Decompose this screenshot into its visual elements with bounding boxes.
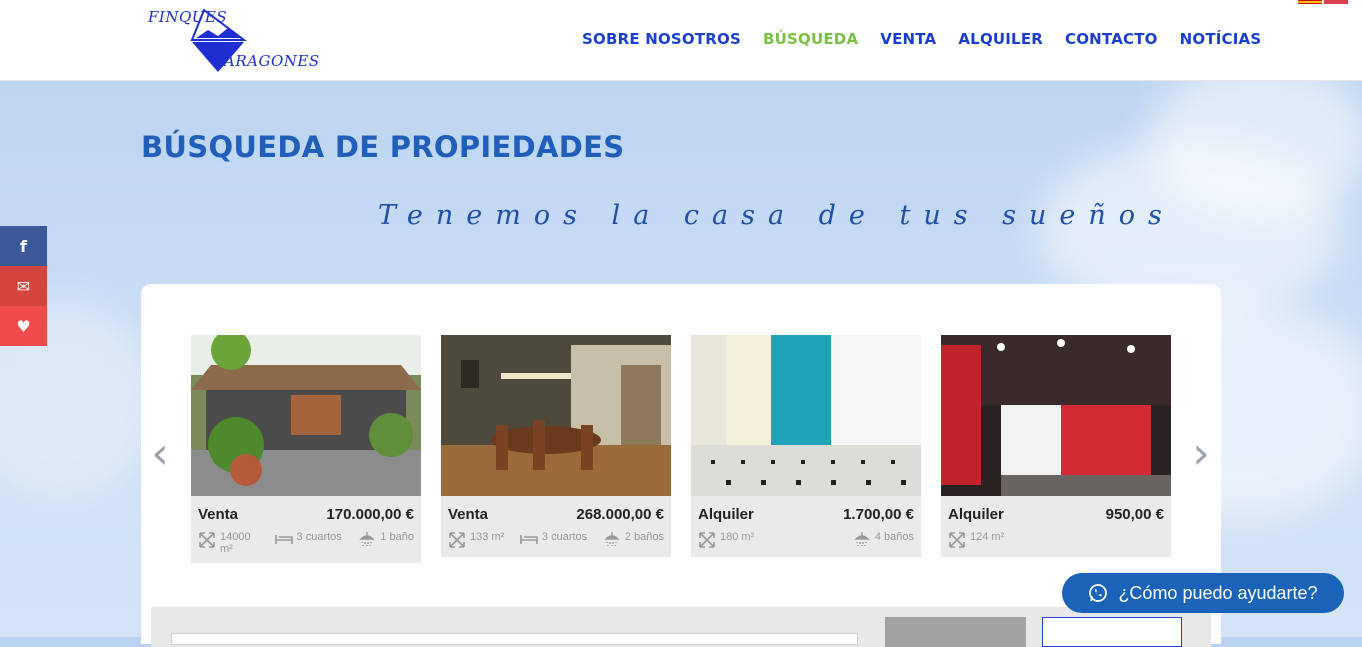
page-title: BÚSQUEDA DE PROPIEDADES bbox=[141, 130, 625, 164]
area-icon bbox=[449, 532, 465, 548]
property-baths: 2 baños bbox=[603, 531, 664, 547]
property-card[interactable]: Venta 170.000,00 € 14000 m² 3 cuartos 1 b… bbox=[191, 335, 421, 563]
property-baths-label: 2 baños bbox=[624, 531, 664, 543]
property-image bbox=[441, 335, 671, 496]
shower-icon bbox=[359, 532, 376, 546]
catalan-flag-icon[interactable] bbox=[1324, 0, 1348, 4]
area-icon bbox=[699, 532, 715, 548]
property-rooms: 3 cuartos bbox=[520, 531, 587, 545]
property-area: 124 m² bbox=[948, 531, 1004, 549]
property-photo[interactable] bbox=[441, 335, 671, 496]
main-nav: SOBRE NOSOTROS BÚSQUEDA VENTA ALQUILER C… bbox=[582, 30, 1261, 48]
property-rooms-label: 3 cuartos bbox=[296, 531, 342, 543]
property-card[interactable]: Venta 268.000,00 € 133 m² 3 cuartos 2 bañ… bbox=[441, 335, 671, 557]
page-tagline: Tenemos la casa de tus sueños bbox=[378, 200, 1175, 231]
property-area-label: 133 m² bbox=[470, 531, 505, 543]
nav-contacto[interactable]: CONTACTO bbox=[1065, 30, 1158, 48]
property-price: 950,00 € bbox=[1105, 506, 1164, 523]
property-area-label: 124 m² bbox=[970, 531, 1005, 543]
nav-noticias[interactable]: NOTÍCIAS bbox=[1180, 30, 1262, 48]
email-share-button[interactable]: ✉ bbox=[0, 266, 47, 306]
property-area-label: 14000 m² bbox=[220, 531, 251, 555]
property-rooms-label: 3 cuartos bbox=[541, 531, 588, 543]
nav-busqueda[interactable]: BÚSQUEDA bbox=[763, 30, 858, 48]
bed-icon bbox=[520, 535, 538, 544]
bed-icon bbox=[274, 535, 293, 544]
property-baths: 1 baño bbox=[358, 531, 414, 547]
property-baths-label: 1 baño bbox=[380, 531, 414, 543]
property-area-label: 180 m² bbox=[720, 531, 755, 543]
nav-alquiler[interactable]: ALQUILER bbox=[958, 30, 1043, 48]
property-rooms: 3 cuartos bbox=[274, 531, 342, 545]
favorite-share-button[interactable]: ♥ bbox=[0, 306, 47, 346]
area-icon bbox=[199, 532, 215, 548]
property-image bbox=[691, 335, 921, 496]
property-type: Venta bbox=[198, 506, 239, 523]
email-icon: ✉ bbox=[16, 276, 31, 296]
nav-sobre-nosotros[interactable]: SOBRE NOSOTROS bbox=[582, 30, 741, 48]
spanish-flag-icon[interactable] bbox=[1298, 0, 1322, 4]
property-area: 14000 m² bbox=[198, 531, 258, 555]
property-price: 1.700,00 € bbox=[843, 506, 914, 523]
social-share-bar: f ✉ ♥ bbox=[0, 226, 47, 346]
property-price: 170.000,00 € bbox=[326, 506, 414, 523]
shower-icon bbox=[604, 532, 620, 546]
property-type: Alquiler bbox=[698, 506, 754, 523]
whatsapp-chat-button[interactable]: ¿Cómo puedo ayudarte? bbox=[1062, 573, 1344, 613]
filter-button[interactable] bbox=[885, 617, 1026, 647]
whatsapp-icon bbox=[1089, 584, 1108, 602]
nav-venta[interactable]: VENTA bbox=[880, 30, 936, 48]
property-card[interactable]: Alquiler 1.700,00 € 180 m² 4 baños bbox=[691, 335, 921, 557]
property-baths-label: 4 baños bbox=[874, 531, 914, 543]
property-card[interactable]: Alquiler 950,00 € 124 m² bbox=[941, 335, 1171, 557]
property-type: Venta bbox=[448, 506, 489, 523]
property-baths: 4 baños bbox=[853, 531, 914, 547]
property-image bbox=[941, 335, 1171, 496]
facebook-share-button[interactable]: f bbox=[0, 226, 47, 266]
property-type: Alquiler bbox=[948, 506, 1004, 523]
chevron-left-icon: ‹ bbox=[151, 428, 169, 479]
property-area: 180 m² bbox=[698, 531, 754, 549]
property-area: 133 m² bbox=[448, 531, 504, 549]
carousel-next-button[interactable]: › bbox=[1189, 428, 1213, 480]
facebook-icon: f bbox=[20, 236, 27, 256]
logo-text-bottom: ARAGONES bbox=[224, 52, 320, 70]
property-image bbox=[191, 335, 421, 496]
property-price: 268.000,00 € bbox=[576, 506, 664, 523]
language-switcher bbox=[1298, 0, 1348, 4]
property-photo[interactable] bbox=[941, 335, 1171, 496]
property-photo[interactable] bbox=[191, 335, 421, 496]
area-icon bbox=[949, 532, 965, 548]
cloud-decoration bbox=[1150, 60, 1362, 220]
site-header: FINQUES ARAGONES SOBRE NOSOTROS BÚSQUEDA… bbox=[0, 0, 1362, 81]
heart-icon: ♥ bbox=[16, 316, 31, 336]
whatsapp-label: ¿Cómo puedo ayudarte? bbox=[1118, 582, 1318, 603]
search-input[interactable] bbox=[171, 633, 858, 645]
reset-button[interactable] bbox=[1042, 617, 1182, 647]
site-logo[interactable]: FINQUES ARAGONES bbox=[146, 4, 319, 76]
chevron-right-icon: › bbox=[1192, 428, 1210, 479]
property-photo[interactable] bbox=[691, 335, 921, 496]
shower-icon bbox=[854, 532, 870, 546]
carousel-prev-button[interactable]: ‹ bbox=[148, 428, 172, 480]
